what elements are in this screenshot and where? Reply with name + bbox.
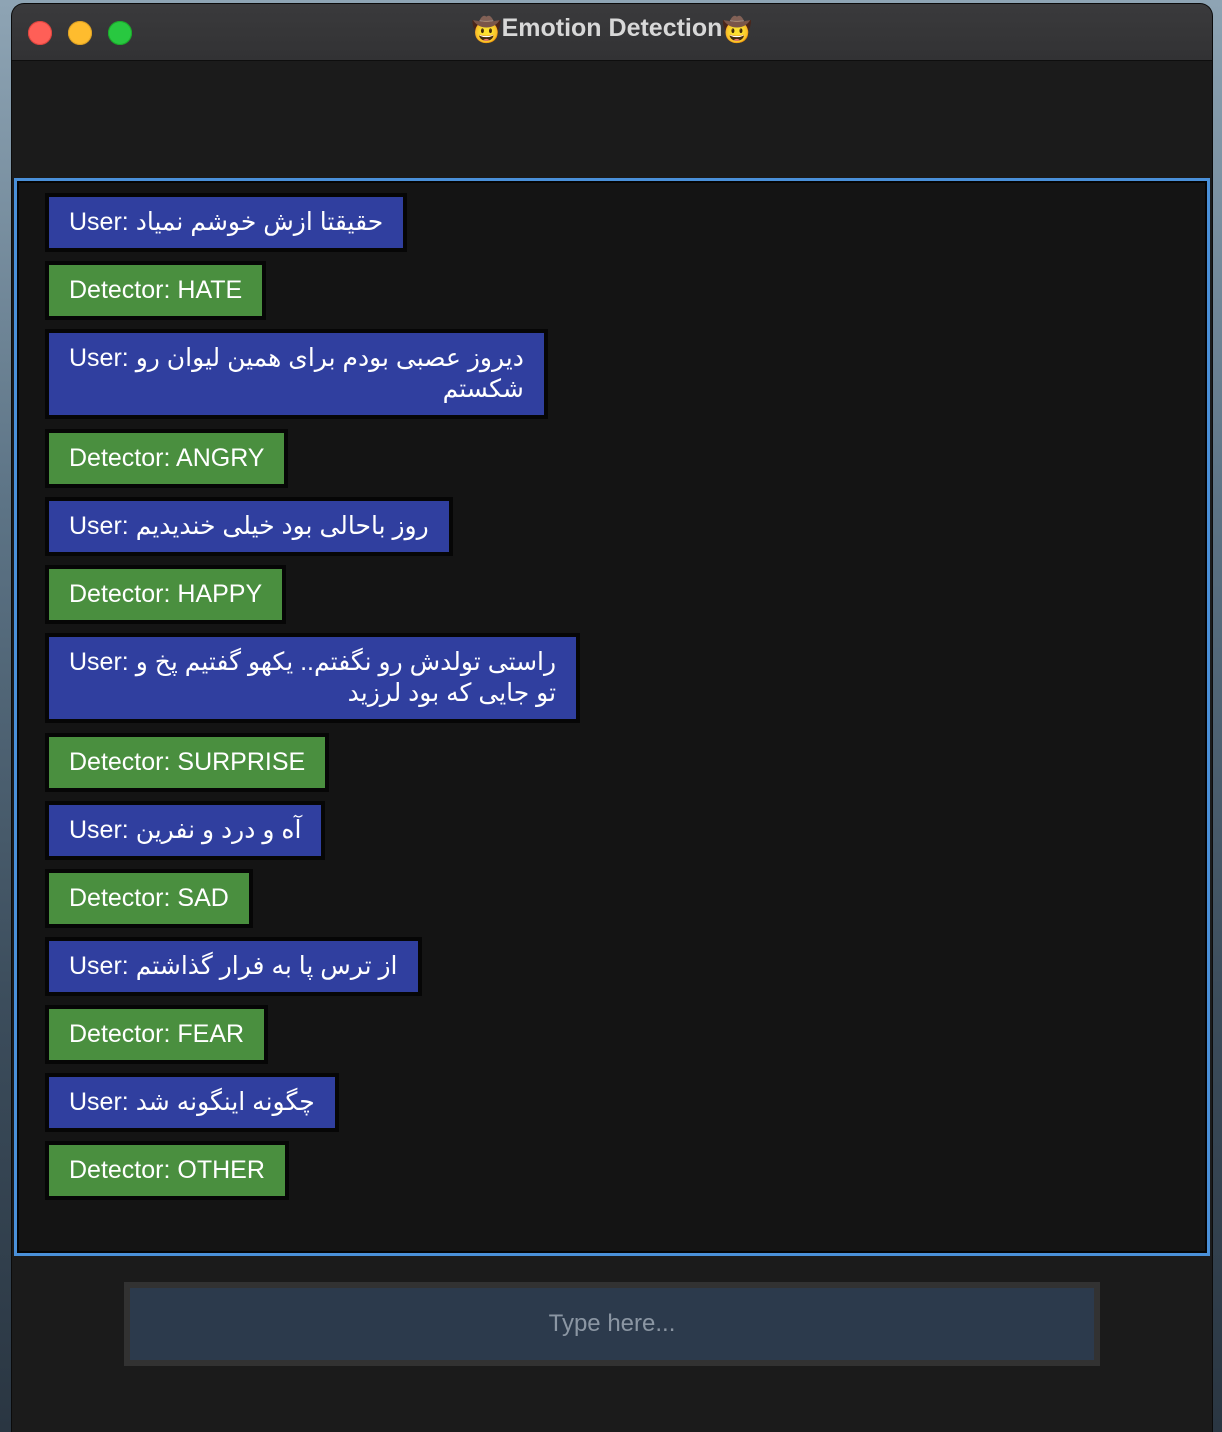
message-line: دیروز عصبی بودم برای همین لیوان رو [135,344,524,372]
message-sender: User: [69,816,129,844]
message-sender: Detector: [69,444,171,472]
message-sender: User: [69,208,129,236]
message-sender: User: [69,512,129,540]
message-text: حقیقتا ازش خوشم نمیاد [135,208,384,236]
message-line: تو جایی که بود لرزید [347,679,557,707]
detector-message: Detector: SURPRISE [45,733,330,792]
emotion-label: OTHER [177,1156,265,1184]
message-sender: Detector: [69,580,171,608]
message-sender: Detector: [69,276,171,304]
chat-history-inner: User: حقیقتا ازش خوشم نمیاد Detector: HA… [17,181,1207,1253]
user-message: User: راستی تولدش رو نگفتم.. یکهو گفتیم … [45,633,581,723]
message-sender: User: [69,648,129,676]
detector-message: Detector: HAPPY [45,565,287,624]
detector-message: Detector: OTHER [45,1141,289,1200]
user-message: User: دیروز عصبی بودم برای همین لیوان رو… [45,329,548,419]
emotion-label: ANGRY [176,444,265,472]
emotion-label: FEAR [177,1020,245,1048]
message-text: راستی تولدش رو نگفتم.. یکهو گفتیم پخ و تو… [136,647,556,709]
user-message: User: از ترس پا به فرار گذاشتم [45,937,422,996]
message-input[interactable] [130,1288,1094,1360]
message-input-container [124,1282,1100,1366]
cowboy-face-icon: 🤠 [722,17,753,44]
user-message: User: حقیقتا ازش خوشم نمیاد [45,193,408,252]
user-message: User: روز باحالی بود خیلی خندیدیم [45,497,453,556]
title-bar: 🤠Emotion Detection🤠 [12,4,1212,61]
message-sender: Detector: [69,1020,171,1048]
message-line: راستی تولدش رو نگفتم.. یکهو گفتیم پخ و [135,648,557,676]
emotion-label: SAD [177,884,229,912]
user-message: User: آه و درد و نفرین [45,801,326,860]
cowboy-face-icon: 🤠 [471,17,502,44]
message-line: شکستم [442,375,524,403]
emotion-label: HATE [177,276,243,304]
message-sender: Detector: [69,1156,171,1184]
message-text: آه و درد و نفرین [135,816,302,844]
detector-message: Detector: ANGRY [45,429,289,488]
detector-message: Detector: FEAR [45,1005,269,1064]
detector-message: Detector: SAD [45,869,253,928]
message-sender: User: [69,1088,129,1116]
window-title: 🤠Emotion Detection🤠 [12,14,1212,45]
chat-history[interactable]: User: حقیقتا ازش خوشم نمیاد Detector: HA… [14,178,1210,1256]
message-sender: Detector: [69,884,171,912]
message-text: از ترس پا به فرار گذاشتم [135,952,398,980]
message-sender: User: [69,344,129,372]
message-text: دیروز عصبی بودم برای همین لیوان رو شکستم [136,343,524,405]
message-sender: User: [69,952,129,980]
message-sender: Detector: [69,748,171,776]
window-title-text: Emotion Detection [501,14,723,42]
message-text: روز باحالی بود خیلی خندیدیم [135,512,429,540]
emotion-label: SURPRISE [177,748,306,776]
app-window: 🤠Emotion Detection🤠 User: حقیقتا ازش خوش… [12,4,1212,1432]
detector-message: Detector: HATE [45,261,267,320]
emotion-label: HAPPY [177,580,263,608]
user-message: User: چگونه اینگونه شد [45,1073,339,1132]
message-text: چگونه اینگونه شد [135,1088,315,1116]
